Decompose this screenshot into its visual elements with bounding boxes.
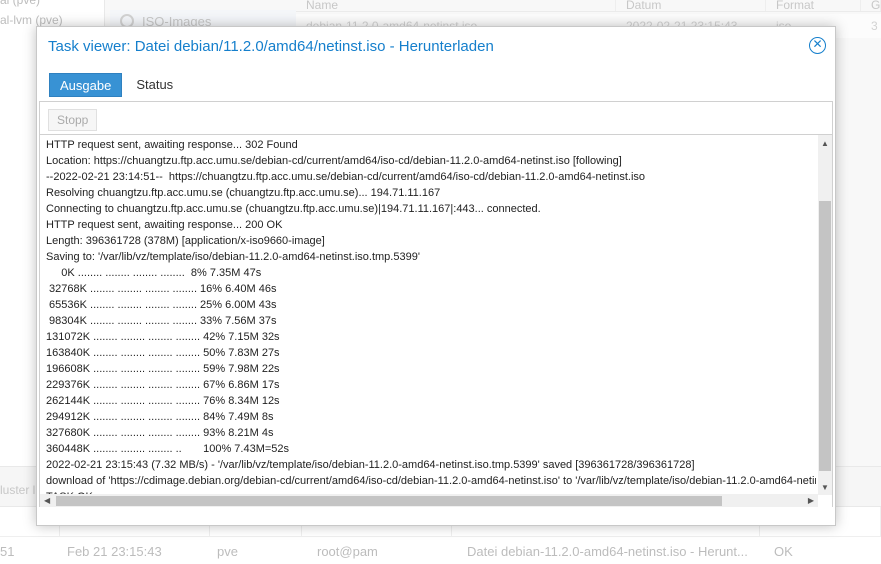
scroll-right-icon[interactable]: ▶: [808, 496, 814, 505]
scroll-up-icon[interactable]: ▲: [821, 139, 829, 148]
scroll-thumb[interactable]: [56, 496, 722, 506]
log-line: 163840K ........ ........ ........ .....…: [46, 347, 280, 359]
log-line: 65536K ........ ........ ........ ......…: [46, 299, 277, 311]
log-line: 360448K ........ ........ ........ .. 10…: [46, 443, 290, 455]
log-line: 32768K ........ ........ ........ ......…: [46, 283, 277, 295]
log-line: 0K ........ ........ ........ ........ 8…: [46, 267, 262, 279]
scroll-left-icon[interactable]: ◀: [44, 496, 50, 505]
log-line: HTTP request sent, awaiting response... …: [46, 219, 283, 231]
log-line: 2022-02-21 23:15:43 (7.32 MB/s) - '/var/…: [46, 459, 695, 471]
dialog-title: Task viewer: Datei debian/11.2.0/amd64/n…: [48, 37, 494, 55]
stop-button[interactable]: Stopp: [48, 109, 98, 131]
log-line: HTTP request sent, awaiting response... …: [46, 139, 298, 151]
log-line: 196608K ........ ........ ........ .....…: [46, 363, 280, 375]
horizontal-scrollbar[interactable]: ◀ ▶: [40, 494, 818, 508]
log-line: 229376K ........ ........ ........ .....…: [46, 379, 280, 391]
log-line: --2022-02-21 23:14:51-- https://chuangtz…: [46, 171, 646, 183]
log-line: download of 'https://cdimage.debian.org/…: [46, 475, 816, 487]
tab-output[interactable]: Ausgabe: [49, 73, 123, 97]
dialog-tabs: Ausgabe Status: [37, 69, 835, 101]
close-icon[interactable]: ✕: [809, 37, 826, 54]
log-lines: HTTP request sent, awaiting response... …: [46, 137, 816, 505]
scroll-thumb[interactable]: [819, 201, 831, 471]
log-line: 294912K ........ ........ ........ .....…: [46, 411, 274, 423]
tab-status[interactable]: Status: [126, 73, 183, 97]
dialog-footer: [37, 507, 835, 525]
log-line: Saving to: '/var/lib/vz/template/iso/deb…: [46, 251, 420, 263]
log-line: Resolving chuangtzu.ftp.acc.umu.se (chua…: [46, 187, 441, 199]
log-line: 131072K ........ ........ ........ .....…: [46, 331, 280, 343]
vertical-scrollbar[interactable]: ▲ ▼: [818, 135, 832, 495]
log-line: Location: https://chuangtzu.ftp.acc.umu.…: [46, 155, 622, 167]
log-toolbar: Stopp: [39, 101, 833, 135]
log-line: 262144K ........ ........ ........ .....…: [46, 395, 280, 407]
scroll-down-icon[interactable]: ▼: [821, 483, 829, 495]
log-output[interactable]: HTTP request sent, awaiting response... …: [39, 135, 833, 509]
task-viewer-dialog: Task viewer: Datei debian/11.2.0/amd64/n…: [36, 26, 836, 526]
log-line: Connecting to chuangtzu.ftp.acc.umu.se (…: [46, 203, 541, 215]
log-line: 327680K ........ ........ ........ .....…: [46, 427, 274, 439]
log-line: 98304K ........ ........ ........ ......…: [46, 315, 277, 327]
dialog-header: Task viewer: Datei debian/11.2.0/amd64/n…: [37, 27, 835, 65]
log-line: Length: 396361728 (378M) [application/x-…: [46, 235, 325, 247]
